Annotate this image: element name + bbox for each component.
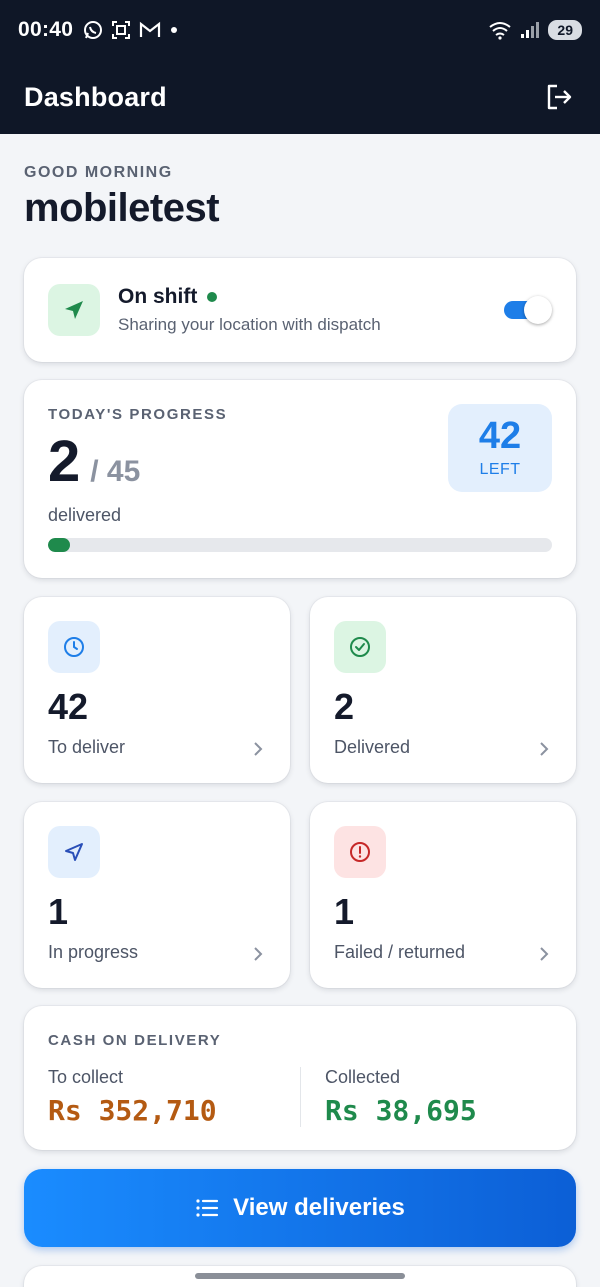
status-bar: 00:40 29 xyxy=(0,0,600,60)
cod-label: CASH ON DELIVERY xyxy=(48,1032,222,1049)
stat-label: To deliver xyxy=(48,736,126,757)
delivered-count: 2 xyxy=(48,429,81,494)
chevron-right-icon xyxy=(254,742,263,756)
left-badge: 42 LEFT xyxy=(448,404,552,492)
shift-card: On shift Sharing your location with disp… xyxy=(24,258,576,362)
chevron-right-icon xyxy=(540,742,549,756)
stat-value: 42 xyxy=(48,686,89,727)
notification-icons xyxy=(83,20,179,40)
logout-button[interactable] xyxy=(542,80,576,114)
greeting-label: GOOD MORNING xyxy=(24,164,173,181)
clock-icon xyxy=(64,637,84,657)
stat-value: 1 xyxy=(334,891,355,932)
navigation-icon xyxy=(65,301,83,319)
stat-card-in-progress[interactable]: 1 In progress xyxy=(24,802,290,988)
to-collect-label: To collect xyxy=(48,1067,124,1087)
shift-title-text: On shift xyxy=(118,285,198,308)
stat-icon-box xyxy=(48,621,100,673)
page-title: Dashboard xyxy=(24,81,167,112)
username: mobiletest xyxy=(24,186,220,230)
left-count: 42 xyxy=(478,415,522,457)
view-deliveries-label: View deliveries xyxy=(233,1194,405,1221)
cash-on-delivery-card: CASH ON DELIVERY To collect Rs 352,710 C… xyxy=(24,1006,576,1150)
stat-icon-box xyxy=(48,826,100,878)
status-time: 00:40 xyxy=(18,18,74,41)
stat-label: Failed / returned xyxy=(334,941,466,962)
to-collect-column: To collect Rs 352,710 xyxy=(48,1067,300,1127)
home-indicator[interactable] xyxy=(195,1273,405,1279)
whatsapp-icon xyxy=(84,21,103,39)
stat-label: Delivered xyxy=(334,736,411,757)
chevron-right-icon xyxy=(540,947,549,961)
logout-icon xyxy=(547,84,572,110)
check-circle-icon xyxy=(350,637,370,657)
stat-value: 2 xyxy=(334,686,355,727)
gmail-icon xyxy=(140,21,161,37)
collected-amount: Rs 38,695 xyxy=(325,1094,477,1127)
shift-subtitle: Sharing your location with dispatch xyxy=(118,315,381,334)
delivered-label: delivered xyxy=(48,505,122,525)
collected-column: Collected Rs 38,695 xyxy=(300,1067,552,1127)
alert-circle-icon xyxy=(350,842,370,862)
stat-label: In progress xyxy=(48,941,139,962)
stat-card-delivered[interactable]: 2 Delivered xyxy=(310,597,576,783)
toggle-thumb xyxy=(524,296,552,324)
stat-card-to-deliver[interactable]: 42 To deliver xyxy=(24,597,290,783)
chevron-right-icon xyxy=(254,947,263,961)
stat-icon-box xyxy=(334,826,386,878)
online-status-dot xyxy=(207,292,218,302)
to-collect-amount: Rs 352,710 xyxy=(48,1094,217,1127)
stat-card-failed-returned[interactable]: 1 Failed / returned xyxy=(310,802,576,988)
wifi-icon xyxy=(489,22,512,40)
stat-icon-box xyxy=(334,621,386,673)
progress-bar-fill xyxy=(48,538,71,552)
view-deliveries-button[interactable]: View deliveries xyxy=(24,1169,576,1247)
shift-toggle[interactable] xyxy=(504,296,552,324)
progress-card: TODAY'S PROGRESS 2 / 45 delivered 42 LEF… xyxy=(24,380,576,578)
left-label: LEFT xyxy=(479,461,521,478)
navigation-icon xyxy=(65,843,83,861)
total-count: / 45 xyxy=(90,455,141,488)
battery-indicator: 29 xyxy=(548,20,582,40)
more-notifications-icon xyxy=(171,27,178,33)
shift-title: On shift xyxy=(118,285,381,309)
signal-icon xyxy=(521,22,540,38)
stat-value: 1 xyxy=(48,891,69,932)
collected-label: Collected xyxy=(325,1067,401,1087)
app-bar: Dashboard xyxy=(0,60,600,134)
progress-bar xyxy=(48,538,552,552)
shift-icon-box xyxy=(48,284,100,336)
scan-icon xyxy=(112,21,131,39)
list-icon xyxy=(196,1199,219,1217)
